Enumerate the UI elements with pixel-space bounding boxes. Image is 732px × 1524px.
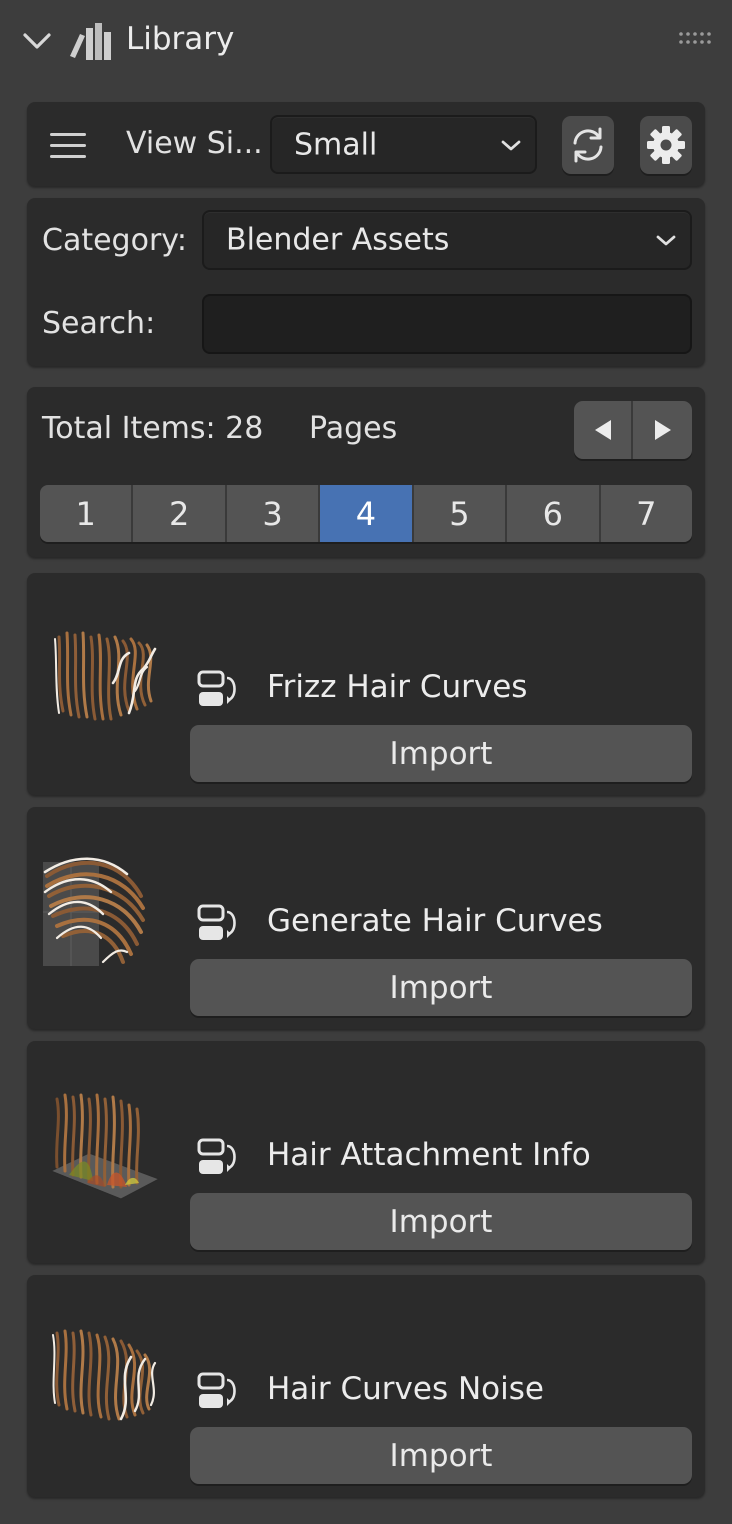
total-items-label: Total Items: 28 bbox=[42, 411, 264, 446]
chevron-down-icon bbox=[501, 140, 521, 150]
page-button-3[interactable]: 3 bbox=[226, 485, 321, 542]
asset-card: Hair Attachment Info Import bbox=[27, 1041, 705, 1263]
view-size-value: Small bbox=[294, 127, 378, 162]
page-button-2[interactable]: 2 bbox=[133, 485, 227, 542]
page-button-1[interactable]: 1 bbox=[40, 485, 134, 542]
refresh-button[interactable] bbox=[562, 116, 614, 174]
asset-card: Generate Hair Curves Import bbox=[27, 807, 705, 1029]
asset-name: Frizz Hair Curves bbox=[267, 669, 528, 705]
asset-thumbnail bbox=[54, 631, 157, 721]
page-button-7[interactable]: 7 bbox=[600, 485, 692, 542]
asset-name: Generate Hair Curves bbox=[267, 903, 603, 939]
search-label: Search: bbox=[42, 306, 156, 341]
node-group-icon bbox=[197, 670, 236, 706]
next-page-button[interactable] bbox=[633, 401, 692, 459]
panel-header[interactable]: Library bbox=[0, 0, 732, 82]
page-nav-buttons bbox=[574, 401, 692, 459]
asset-thumbnail bbox=[43, 857, 145, 966]
category-label: Category: bbox=[42, 223, 187, 258]
pages-label: Pages bbox=[309, 411, 398, 446]
import-button[interactable]: Import bbox=[190, 959, 692, 1016]
node-group-icon bbox=[197, 1372, 236, 1408]
search-input[interactable] bbox=[202, 294, 692, 354]
import-button[interactable]: Import bbox=[190, 1427, 692, 1484]
asset-name: Hair Curves Noise bbox=[267, 1371, 544, 1407]
asset-thumbnail bbox=[49, 1093, 161, 1200]
panel-title: Library bbox=[126, 21, 235, 57]
gear-icon bbox=[647, 126, 685, 164]
page-button-6[interactable]: 6 bbox=[507, 485, 601, 542]
asset-card: Frizz Hair Curves Import bbox=[27, 573, 705, 795]
asset-card: Hair Curves Noise Import bbox=[27, 1275, 705, 1497]
page-button-5[interactable]: 5 bbox=[413, 485, 508, 542]
page-button-4[interactable]: 4 bbox=[320, 485, 414, 542]
asset-name: Hair Attachment Info bbox=[267, 1137, 591, 1173]
triangle-right-icon bbox=[654, 420, 671, 440]
view-size-dropdown[interactable]: Small bbox=[270, 115, 537, 174]
import-button[interactable]: Import bbox=[190, 1193, 692, 1250]
category-dropdown[interactable]: Blender Assets bbox=[202, 210, 692, 270]
grip-dots-icon[interactable] bbox=[678, 30, 712, 46]
asset-thumbnail bbox=[52, 1329, 157, 1421]
refresh-icon bbox=[573, 127, 603, 163]
view-size-label: View Si... bbox=[126, 126, 263, 161]
node-group-icon bbox=[197, 1138, 236, 1174]
hamburger-menu-icon[interactable] bbox=[48, 128, 88, 162]
node-group-icon bbox=[197, 904, 236, 940]
settings-button[interactable] bbox=[640, 116, 692, 174]
books-icon bbox=[70, 23, 111, 60]
import-button[interactable]: Import bbox=[190, 725, 692, 782]
category-value: Blender Assets bbox=[226, 222, 450, 258]
page-selector: 1 2 3 4 5 6 7 bbox=[40, 485, 692, 542]
triangle-left-icon bbox=[594, 420, 611, 440]
chevron-down-icon bbox=[656, 235, 676, 246]
previous-page-button[interactable] bbox=[574, 401, 633, 459]
chevron-down-icon[interactable] bbox=[22, 28, 52, 54]
